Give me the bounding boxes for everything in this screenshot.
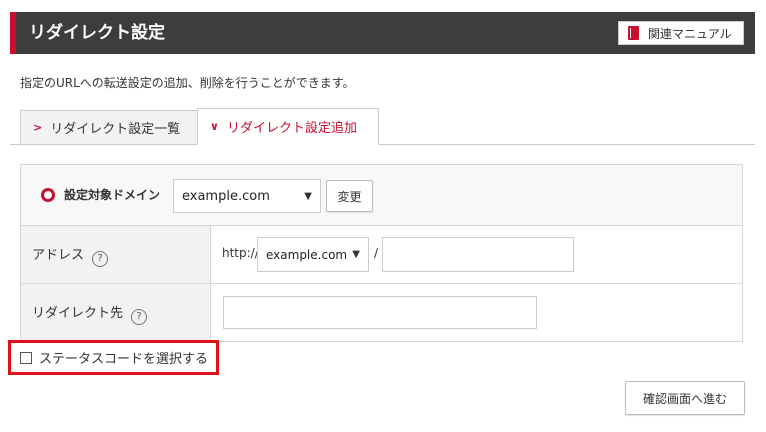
page-title: リダイレクト設定 (29, 23, 165, 43)
page-header: リダイレクト設定 関連マニュアル (10, 12, 755, 54)
chevron-down-icon: ▼ (304, 190, 312, 202)
tab-label: リダイレクト設定追加 (226, 121, 357, 136)
chevron-down-icon: ∨ (210, 120, 219, 133)
redirect-label: リダイレクト先? (32, 302, 148, 325)
url-prefix: http:// (222, 246, 259, 260)
tab-redirect-add[interactable]: ∨ リダイレクト設定追加 (197, 108, 379, 145)
manual-button-label: 関連マニュアル (648, 26, 732, 41)
manual-button[interactable]: 関連マニュアル (618, 21, 744, 45)
domain-select-value: example.com (182, 188, 270, 204)
page-description: 指定のURLへの転送設定の追加、削除を行うことができます。 (20, 76, 355, 90)
redirect-form: 設定対象ドメイン example.com ▼ 変更 アドレス? http:// … (20, 164, 743, 342)
status-code-label: ステータスコードを選択する (39, 352, 209, 367)
header-accent-bar (10, 12, 16, 54)
redirect-row: リダイレクト先? (21, 284, 742, 342)
help-icon[interactable]: ? (92, 251, 109, 267)
path-separator: / (374, 246, 379, 260)
tab-label: リダイレクト設定一覧 (50, 122, 181, 137)
tab-bar: > リダイレクト設定一覧 ∨ リダイレクト設定追加 (10, 108, 755, 145)
status-code-checkbox[interactable] (20, 351, 32, 364)
book-icon (628, 26, 639, 40)
change-button[interactable]: 変更 (326, 180, 373, 212)
confirm-button[interactable]: 確認画面へ進む (625, 381, 745, 415)
redirect-label-cell: リダイレクト先? (21, 284, 211, 342)
address-label: アドレス? (32, 244, 109, 267)
path-input[interactable] (382, 237, 574, 272)
domain-select[interactable]: example.com ▼ (173, 179, 321, 213)
address-domain-select[interactable]: example.com ▼ (257, 237, 369, 272)
address-label-text: アドレス (32, 248, 85, 263)
tab-redirect-list[interactable]: > リダイレクト設定一覧 (20, 110, 199, 145)
radio-marker-icon (41, 188, 55, 202)
address-label-cell: アドレス? (21, 226, 211, 283)
chevron-right-icon: > (33, 121, 43, 134)
redirect-url-input[interactable] (223, 296, 537, 329)
domain-label: 設定対象ドメイン (64, 188, 161, 202)
status-code-option[interactable]: ステータスコードを選択する (8, 340, 219, 375)
chevron-down-icon: ▼ (352, 249, 360, 260)
domain-row: 設定対象ドメイン example.com ▼ 変更 (21, 165, 742, 226)
address-domain-value: example.com (266, 247, 348, 262)
help-icon[interactable]: ? (131, 309, 148, 325)
redirect-label-text: リダイレクト先 (32, 306, 124, 321)
address-row: アドレス? http:// example.com ▼ / (21, 226, 742, 284)
